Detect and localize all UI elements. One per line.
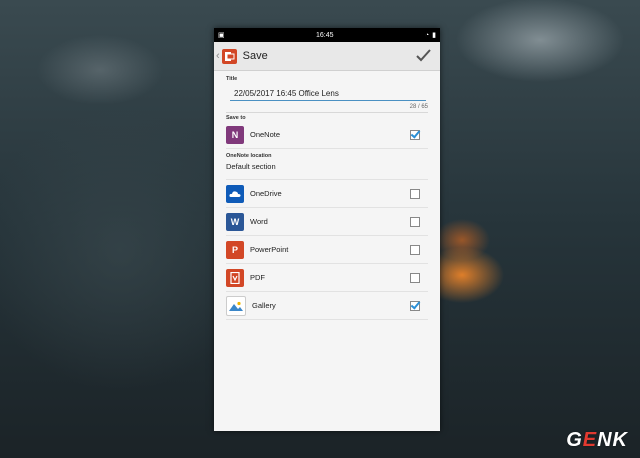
- status-indicators: ◔ ▮: [424, 31, 436, 40]
- battery-icon: ▮: [432, 32, 436, 39]
- option-label: OneNote: [250, 130, 281, 139]
- option-gallery[interactable]: Gallery: [226, 292, 428, 320]
- status-bar: ▣ 16:45 ◔ ▮: [214, 28, 440, 42]
- office-lens-icon[interactable]: [221, 48, 237, 64]
- onedrive-checkbox[interactable]: [410, 188, 420, 199]
- phone-screen: ▣ 16:45 ◔ ▮ ‹ Save Title 22/05/2017 16:4…: [214, 28, 440, 431]
- pdf-icon: [226, 268, 244, 287]
- title-char-counter: 28 / 65: [409, 104, 428, 110]
- onenote-location[interactable]: OneNote location Default section: [226, 149, 428, 180]
- option-label: PowerPoint: [250, 245, 289, 254]
- genk-watermark-logo: GENK: [566, 429, 628, 451]
- option-pdf[interactable]: PDF: [226, 264, 428, 292]
- powerpoint-checkbox[interactable]: [410, 244, 420, 255]
- onenote-icon: N: [226, 125, 244, 144]
- save-form: Title 22/05/2017 16:45 Office Lens 28 / …: [214, 71, 440, 320]
- image-notification-icon: ▣: [218, 32, 225, 39]
- page-title: Save: [242, 50, 268, 62]
- gallery-checkbox[interactable]: [410, 300, 420, 311]
- wifi-icon: ◔: [424, 31, 430, 39]
- option-word[interactable]: W Word: [226, 208, 428, 236]
- word-checkbox[interactable]: [410, 216, 420, 227]
- option-label: Gallery: [252, 301, 276, 310]
- option-label: Word: [250, 217, 268, 226]
- option-label: OneDrive: [250, 189, 282, 198]
- title-input[interactable]: 22/05/2017 16:45 Office Lens: [230, 86, 426, 101]
- onenote-location-label: OneNote location: [226, 153, 272, 159]
- back-chevron-icon[interactable]: ‹: [216, 50, 220, 62]
- onedrive-icon: [226, 184, 244, 203]
- option-powerpoint[interactable]: P PowerPoint: [226, 236, 428, 264]
- option-onedrive[interactable]: OneDrive: [226, 180, 428, 208]
- option-label: PDF: [250, 273, 265, 282]
- powerpoint-icon: P: [226, 240, 244, 259]
- status-time: 16:45: [316, 31, 334, 39]
- title-label: Title: [226, 76, 238, 82]
- app-bar: ‹ Save: [214, 42, 440, 71]
- pdf-checkbox[interactable]: [410, 272, 420, 283]
- confirm-check-icon[interactable]: [415, 47, 432, 64]
- gallery-icon: [226, 295, 246, 316]
- onenote-checkbox[interactable]: [410, 129, 420, 140]
- onenote-location-value: Default section: [226, 162, 276, 171]
- option-onenote[interactable]: N OneNote: [226, 121, 428, 149]
- word-icon: W: [226, 212, 244, 231]
